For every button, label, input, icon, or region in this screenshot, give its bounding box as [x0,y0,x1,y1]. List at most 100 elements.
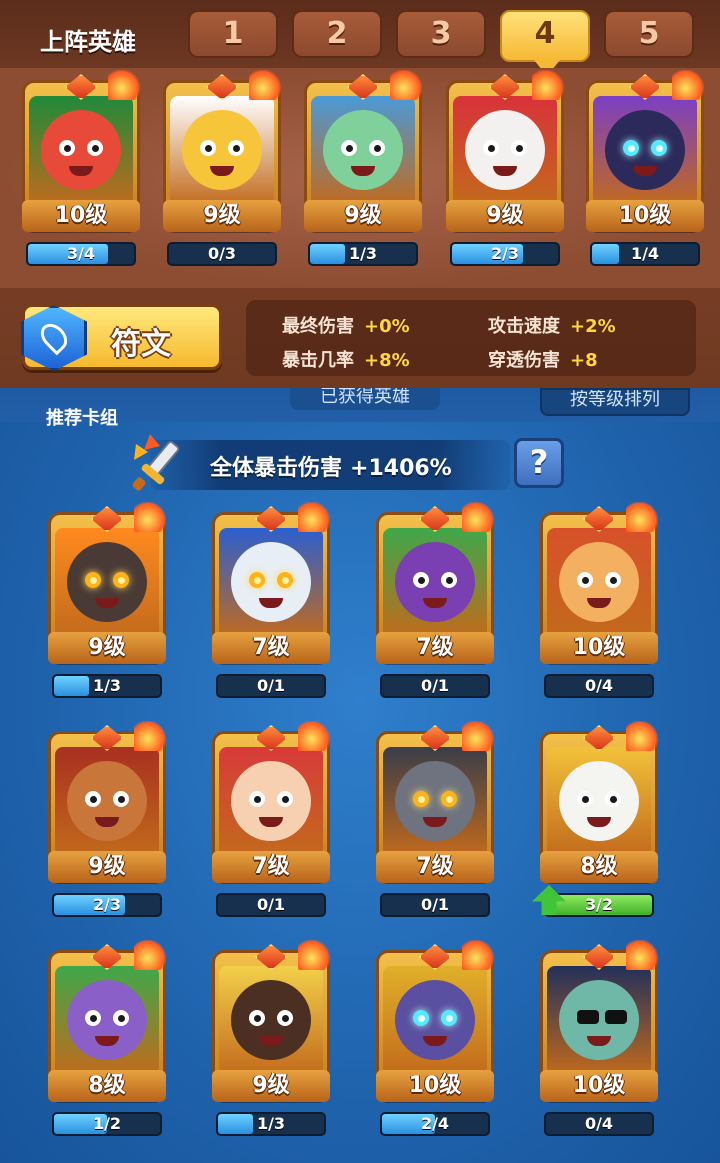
hero-mouth [69,166,93,176]
hero-card[interactable]: 7级 0/1 [206,721,336,925]
lineup-tab-2[interactable]: 2 [292,10,382,58]
hero-face-icon [231,980,311,1060]
recommend-deck-tab[interactable]: 推荐卡组 [46,404,118,430]
hero-card[interactable]: 8级 3/2 [532,721,664,925]
hero-eye [249,572,265,588]
hero-face-icon [323,110,403,190]
progress-text: 0/1 [256,676,286,695]
hero-card[interactable]: 10级 3/4 [16,70,146,274]
hero-eye [577,1010,599,1024]
progress-text: 1/4 [630,244,660,263]
hero-card-progress: 0/4 [544,674,654,698]
hero-level: 9级 [212,1070,330,1102]
hero-card[interactable]: 7级 0/1 [206,502,336,706]
hero-card[interactable]: 10级 2/4 [370,940,500,1144]
stat-label: 攻击速度 [488,316,560,337]
hero-level: 9级 [304,200,422,232]
hero-level: 9级 [48,851,166,883]
hero-level: 10级 [540,1070,658,1102]
flame-icon [298,502,332,532]
hero-mouth [351,166,375,176]
rune-gem-icon [21,305,87,371]
hero-eye [85,1010,101,1026]
hero-card-progress: 0/4 [544,1112,654,1136]
hero-card[interactable]: 9级 1/3 [298,70,428,274]
hero-mouth [587,598,611,608]
hero-card[interactable]: 9级 1/3 [42,502,172,706]
hero-card[interactable]: 7级 0/1 [370,502,500,706]
hero-mouth [259,1036,283,1046]
hero-eye [511,140,527,156]
hero-portrait [55,966,159,1076]
hero-card-progress: 0/1 [216,674,326,698]
sort-by-level-button[interactable]: 按等级排列 [540,388,690,416]
flame-icon [108,70,142,100]
hero-card-progress: 1/4 [590,242,700,266]
help-button[interactable]: ? [514,438,564,488]
hero-mouth [95,817,119,827]
rune-button[interactable]: 符文 [21,304,222,371]
hero-card[interactable]: 9级 2/3 [440,70,570,274]
hero-eye [277,791,293,807]
hero-face-icon [231,542,311,622]
hero-mouth [423,598,447,608]
lineup-tab-5[interactable]: 5 [604,10,694,58]
hero-card-progress: 0/1 [216,893,326,917]
lineup-tab-1[interactable]: 1 [188,10,278,58]
progress-text: 3/4 [66,244,96,263]
obtained-heroes-tab[interactable]: 已获得英雄 [290,388,440,410]
stat-value: +8% [364,350,410,371]
hero-card[interactable]: 9级 1/3 [206,940,336,1144]
hero-face-icon [67,542,147,622]
hero-eye [113,791,129,807]
hero-eye [249,1010,265,1026]
stat-final-damage: 最终伤害 +0% [282,312,410,338]
flame-icon [462,502,496,532]
hero-face-icon [559,542,639,622]
hero-card[interactable]: 9级 0/3 [157,70,287,274]
stat-label: 最终伤害 [282,316,354,337]
hero-card[interactable]: 8级 1/2 [42,940,172,1144]
hero-level: 10级 [376,1070,494,1102]
hero-card[interactable]: 7级 0/1 [370,721,500,925]
hero-level: 8级 [48,1070,166,1102]
hero-portrait [547,747,651,857]
stat-attack-speed: 攻击速度 +2% [488,312,616,338]
progress-text: 0/1 [420,895,450,914]
hero-card-progress: 1/3 [308,242,418,266]
stat-value: +0% [364,316,410,337]
hero-portrait [170,96,274,206]
hero-portrait [219,528,323,638]
hero-card[interactable]: 10级 0/4 [534,502,664,706]
progress-text: 0/3 [207,244,237,263]
lineup-tab-3[interactable]: 3 [396,10,486,58]
hero-card[interactable]: 9级 2/3 [42,721,172,925]
hero-eye [85,572,101,588]
hero-card[interactable]: 10级 1/4 [580,70,710,274]
hero-level: 9级 [163,200,281,232]
hero-face-icon [465,110,545,190]
progress-text: 1/3 [348,244,378,263]
hero-mouth [423,817,447,827]
progress-text: 1/2 [92,1114,122,1133]
lineup-tab-4[interactable]: 4 [500,10,590,76]
stat-label: 穿透伤害 [488,350,560,371]
hero-eye [59,140,75,156]
hero-level: 9级 [48,632,166,664]
hero-mouth [259,817,283,827]
hero-eye [577,791,593,807]
hero-level: 10级 [586,200,704,232]
flame-icon [298,721,332,751]
hero-face-icon [67,761,147,841]
hero-card[interactable]: 10级 0/4 [534,940,664,1144]
hero-eye [200,140,216,156]
hero-card-progress: 1/2 [52,1112,162,1136]
progress-text: 1/3 [256,1114,286,1133]
hero-portrait [219,966,323,1076]
hero-eye [605,791,621,807]
hero-level: 7级 [376,851,494,883]
stat-label: 暴击几率 [282,350,354,371]
flame-icon [462,721,496,751]
hero-eye [441,1010,457,1026]
hero-face-icon [605,110,685,190]
